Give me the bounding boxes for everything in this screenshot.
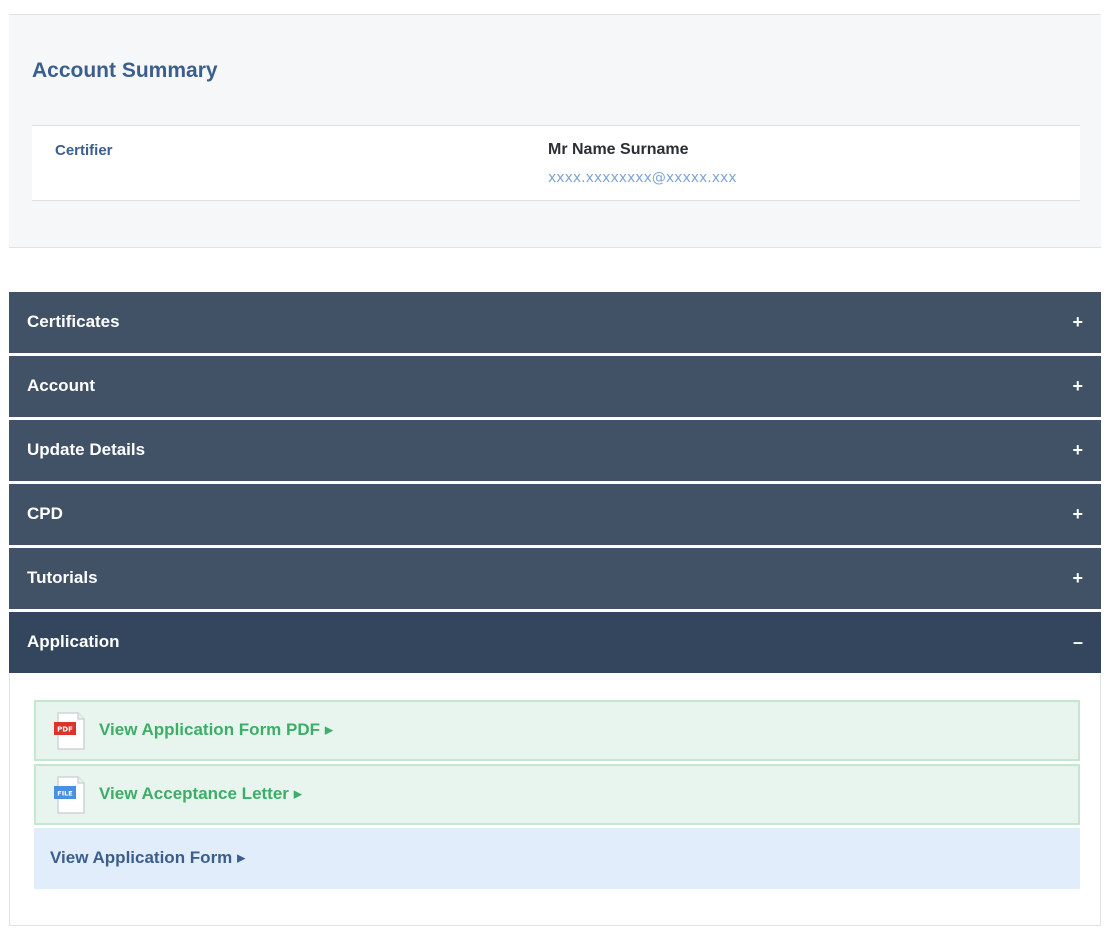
accordion-header-account[interactable]: Account + xyxy=(9,356,1101,417)
accordion-label: CPD xyxy=(27,504,63,523)
accordion-label: Account xyxy=(27,376,95,395)
expand-plus-icon[interactable]: + xyxy=(1072,376,1083,397)
expand-plus-icon[interactable]: + xyxy=(1072,504,1083,525)
svg-text:PDF: PDF xyxy=(57,726,73,734)
expand-plus-icon[interactable]: + xyxy=(1072,440,1083,461)
expand-plus-icon[interactable]: + xyxy=(1072,568,1083,589)
expand-plus-icon[interactable]: + xyxy=(1072,312,1083,333)
account-summary-title: Account Summary xyxy=(32,59,218,82)
accordion-header-cpd[interactable]: CPD + xyxy=(9,484,1101,545)
svg-text:FILE: FILE xyxy=(57,790,72,798)
accordion-label: Certificates xyxy=(27,312,120,331)
collapse-minus-icon[interactable]: – xyxy=(1073,632,1083,653)
view-application-form-link[interactable]: View Application Form ▸ xyxy=(34,828,1080,889)
accordion-header-tutorials[interactable]: Tutorials + xyxy=(9,548,1101,609)
accordion-header-update-details[interactable]: Update Details + xyxy=(9,420,1101,481)
view-acceptance-letter-link[interactable]: FILE View Acceptance Letter ▸ xyxy=(34,764,1080,825)
accordion-label: Update Details xyxy=(27,440,146,459)
view-application-form-pdf-link[interactable]: PDF View Application Form PDF ▸ xyxy=(34,700,1080,761)
accordion-label: Application xyxy=(27,632,120,651)
pdf-file-icon: PDF xyxy=(54,712,85,750)
account-summary-card: Certifier Mr Name Surname xxxx.xxxxxxxx@… xyxy=(32,125,1080,201)
link-label: View Application Form ▸ xyxy=(50,848,246,867)
account-summary-panel: Account Summary Certifier Mr Name Surnam… xyxy=(9,14,1101,248)
generic-file-icon: FILE xyxy=(54,776,85,814)
link-label: View Application Form PDF ▸ xyxy=(99,720,334,739)
certifier-label: Certifier xyxy=(55,142,113,159)
application-section-body: PDF View Application Form PDF ▸ FILE Vie… xyxy=(9,674,1101,926)
accordion-label: Tutorials xyxy=(27,568,98,587)
link-label: View Acceptance Letter ▸ xyxy=(99,784,303,803)
certifier-email: xxxx.xxxxxxxx@xxxxx.xxx xyxy=(548,170,737,186)
accordion-header-certificates[interactable]: Certificates + xyxy=(9,292,1101,353)
certifier-name: Mr Name Surname xyxy=(548,141,689,158)
accordion-header-application[interactable]: Application – xyxy=(9,612,1101,673)
